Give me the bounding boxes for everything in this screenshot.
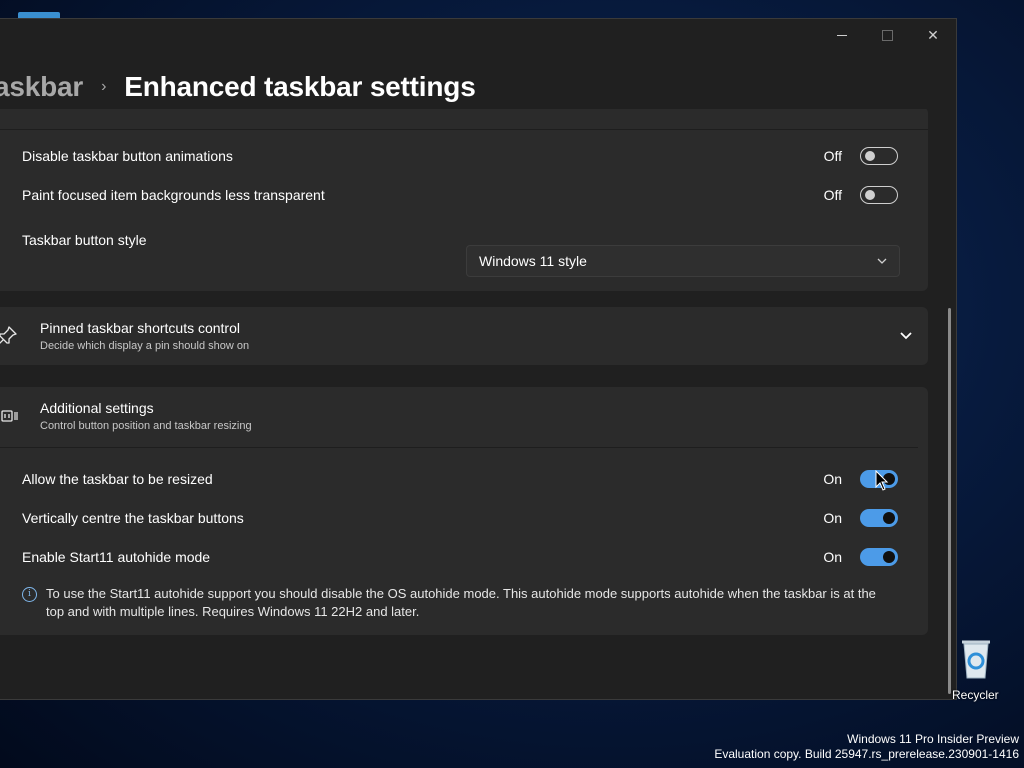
watermark-line: Evaluation copy. Build 25947.rs_prerelea…	[714, 747, 1019, 761]
toggle-state-text: Off	[823, 148, 842, 164]
expander-subtitle: Control button position and taskbar resi…	[40, 420, 252, 432]
setting-row-disable-animations: Disable taskbar button animations Off	[22, 141, 898, 171]
expander-title: Additional settings	[40, 400, 154, 416]
pinned-shortcuts-expander[interactable]: Pinned taskbar shortcuts control Decide …	[0, 307, 928, 365]
vertical-scrollbar[interactable]	[948, 308, 951, 694]
setting-row-allow-resize: Allow the taskbar to be resized On	[22, 464, 898, 494]
toggle-state-text: On	[823, 471, 842, 487]
toggle-state-text: Off	[823, 187, 842, 203]
setting-label: Taskbar button style	[22, 232, 147, 248]
pin-icon	[0, 326, 17, 344]
expander-divider	[0, 447, 918, 448]
chevron-down-icon	[877, 258, 887, 264]
info-text: To use the Start11 autohide support you …	[46, 586, 876, 619]
windows-watermark: Windows 11 Pro Insider Preview Evaluatio…	[714, 732, 1019, 762]
paint-focused-toggle[interactable]	[860, 186, 898, 204]
autohide-info: i To use the Start11 autohide support yo…	[22, 585, 888, 621]
breadcrumb: askbar › Enhanced taskbar settings	[0, 67, 476, 107]
close-button[interactable]: ✕	[910, 19, 956, 51]
expander-header[interactable]: Additional settings Control button posit…	[0, 387, 928, 445]
vertically-centre-toggle[interactable]	[860, 509, 898, 527]
maximize-button[interactable]	[864, 19, 910, 51]
minimize-button[interactable]	[819, 19, 865, 51]
additional-settings-expander: Additional settings Control button posit…	[0, 387, 928, 635]
taskbar-options-card: Disable taskbar button animations Off Pa…	[0, 109, 928, 291]
dropdown-value: Windows 11 style	[479, 253, 587, 269]
autohide-toggle[interactable]	[860, 548, 898, 566]
mouse-cursor-icon	[875, 470, 889, 491]
maximize-icon	[881, 29, 893, 41]
setting-row-button-style: Taskbar button style	[22, 225, 147, 255]
setting-label: Allow the taskbar to be resized	[22, 471, 213, 487]
chevron-down-icon[interactable]	[898, 327, 914, 343]
taskbar-button-style-dropdown[interactable]: Windows 11 style	[466, 245, 900, 277]
setting-label: Paint focused item backgrounds less tran…	[22, 187, 325, 203]
toggle-state-text: On	[823, 549, 842, 565]
minimize-icon	[837, 34, 847, 36]
resize-icon	[1, 410, 18, 422]
breadcrumb-chevron-icon: ›	[101, 78, 107, 95]
setting-row-paint-focused: Paint focused item backgrounds less tran…	[22, 180, 898, 210]
setting-label: Enable Start11 autohide mode	[22, 549, 211, 565]
breadcrumb-parent[interactable]: askbar	[0, 71, 83, 103]
card-divider	[0, 129, 928, 130]
close-icon: ✕	[927, 26, 939, 43]
toggle-state-text: On	[823, 510, 842, 526]
settings-window: ✕ askbar › Enhanced taskbar settings Dis…	[0, 18, 957, 700]
settings-scroll-area[interactable]: Disable taskbar button animations Off Pa…	[0, 109, 940, 699]
setting-label: Disable taskbar button animations	[22, 148, 233, 164]
expander-title: Pinned taskbar shortcuts control	[40, 320, 240, 336]
info-icon: i	[22, 587, 37, 602]
setting-row-vertically-centre: Vertically centre the taskbar buttons On	[22, 503, 898, 533]
watermark-line: Windows 11 Pro Insider Preview	[847, 732, 1019, 746]
setting-row-autohide: Enable Start11 autohide mode On	[22, 542, 898, 572]
page-title: Enhanced taskbar settings	[124, 71, 476, 102]
disable-animations-toggle[interactable]	[860, 147, 898, 165]
setting-label: Vertically centre the taskbar buttons	[22, 510, 244, 526]
expander-subtitle: Decide which display a pin should show o…	[40, 340, 250, 352]
recycle-bin-icon[interactable]	[956, 636, 996, 682]
recycle-bin-label: Recycler	[952, 688, 999, 702]
expander-header[interactable]: Pinned taskbar shortcuts control Decide …	[0, 307, 928, 365]
